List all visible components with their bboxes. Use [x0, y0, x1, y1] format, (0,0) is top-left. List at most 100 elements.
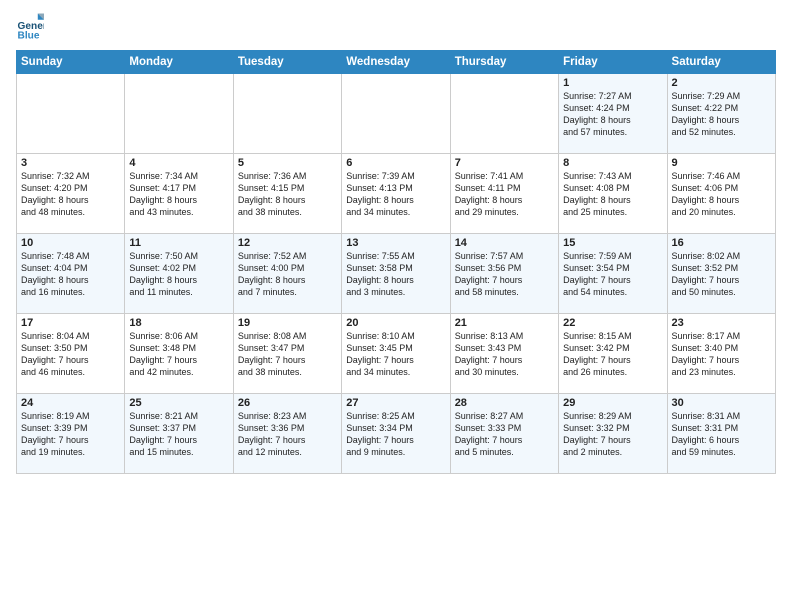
day-info: Sunrise: 7:39 AM Sunset: 4:13 PM Dayligh…: [346, 170, 445, 219]
day-number: 29: [563, 397, 662, 409]
calendar-cell: 14Sunrise: 7:57 AM Sunset: 3:56 PM Dayli…: [450, 234, 558, 314]
day-number: 20: [346, 317, 445, 329]
day-info: Sunrise: 8:31 AM Sunset: 3:31 PM Dayligh…: [672, 410, 771, 459]
week-row-2: 3Sunrise: 7:32 AM Sunset: 4:20 PM Daylig…: [17, 154, 776, 234]
day-number: 15: [563, 237, 662, 249]
calendar-cell: [342, 74, 450, 154]
calendar-cell: [233, 74, 341, 154]
day-info: Sunrise: 7:34 AM Sunset: 4:17 PM Dayligh…: [129, 170, 228, 219]
day-number: 28: [455, 397, 554, 409]
calendar-cell: 12Sunrise: 7:52 AM Sunset: 4:00 PM Dayli…: [233, 234, 341, 314]
day-info: Sunrise: 7:48 AM Sunset: 4:04 PM Dayligh…: [21, 250, 120, 299]
day-info: Sunrise: 7:55 AM Sunset: 3:58 PM Dayligh…: [346, 250, 445, 299]
day-number: 3: [21, 157, 120, 169]
calendar-cell: 30Sunrise: 8:31 AM Sunset: 3:31 PM Dayli…: [667, 394, 775, 474]
weekday-header-sunday: Sunday: [17, 51, 125, 74]
day-number: 8: [563, 157, 662, 169]
weekday-header-wednesday: Wednesday: [342, 51, 450, 74]
day-number: 17: [21, 317, 120, 329]
day-info: Sunrise: 7:36 AM Sunset: 4:15 PM Dayligh…: [238, 170, 337, 219]
week-row-5: 24Sunrise: 8:19 AM Sunset: 3:39 PM Dayli…: [17, 394, 776, 474]
calendar-cell: 2Sunrise: 7:29 AM Sunset: 4:22 PM Daylig…: [667, 74, 775, 154]
day-number: 5: [238, 157, 337, 169]
calendar-cell: 20Sunrise: 8:10 AM Sunset: 3:45 PM Dayli…: [342, 314, 450, 394]
day-number: 24: [21, 397, 120, 409]
weekday-header-monday: Monday: [125, 51, 233, 74]
weekday-header-thursday: Thursday: [450, 51, 558, 74]
calendar-table: SundayMondayTuesdayWednesdayThursdayFrid…: [16, 50, 776, 474]
calendar-cell: 3Sunrise: 7:32 AM Sunset: 4:20 PM Daylig…: [17, 154, 125, 234]
day-number: 19: [238, 317, 337, 329]
calendar-cell: 6Sunrise: 7:39 AM Sunset: 4:13 PM Daylig…: [342, 154, 450, 234]
calendar-cell: 7Sunrise: 7:41 AM Sunset: 4:11 PM Daylig…: [450, 154, 558, 234]
calendar-cell: 22Sunrise: 8:15 AM Sunset: 3:42 PM Dayli…: [559, 314, 667, 394]
header: General Blue: [16, 12, 776, 40]
day-number: 25: [129, 397, 228, 409]
day-number: 2: [672, 77, 771, 89]
day-info: Sunrise: 7:41 AM Sunset: 4:11 PM Dayligh…: [455, 170, 554, 219]
day-number: 16: [672, 237, 771, 249]
week-row-4: 17Sunrise: 8:04 AM Sunset: 3:50 PM Dayli…: [17, 314, 776, 394]
day-number: 9: [672, 157, 771, 169]
calendar-cell: [17, 74, 125, 154]
calendar-cell: 11Sunrise: 7:50 AM Sunset: 4:02 PM Dayli…: [125, 234, 233, 314]
day-info: Sunrise: 8:17 AM Sunset: 3:40 PM Dayligh…: [672, 330, 771, 379]
day-info: Sunrise: 8:10 AM Sunset: 3:45 PM Dayligh…: [346, 330, 445, 379]
day-number: 18: [129, 317, 228, 329]
page: General Blue SundayMondayTuesdayWednesda…: [0, 0, 792, 484]
weekday-header-tuesday: Tuesday: [233, 51, 341, 74]
day-info: Sunrise: 7:46 AM Sunset: 4:06 PM Dayligh…: [672, 170, 771, 219]
calendar-cell: 17Sunrise: 8:04 AM Sunset: 3:50 PM Dayli…: [17, 314, 125, 394]
calendar-cell: 10Sunrise: 7:48 AM Sunset: 4:04 PM Dayli…: [17, 234, 125, 314]
calendar-cell: 26Sunrise: 8:23 AM Sunset: 3:36 PM Dayli…: [233, 394, 341, 474]
day-info: Sunrise: 8:21 AM Sunset: 3:37 PM Dayligh…: [129, 410, 228, 459]
day-info: Sunrise: 7:27 AM Sunset: 4:24 PM Dayligh…: [563, 90, 662, 139]
day-number: 27: [346, 397, 445, 409]
calendar-cell: 9Sunrise: 7:46 AM Sunset: 4:06 PM Daylig…: [667, 154, 775, 234]
calendar-cell: [450, 74, 558, 154]
week-row-1: 1Sunrise: 7:27 AM Sunset: 4:24 PM Daylig…: [17, 74, 776, 154]
calendar-cell: 13Sunrise: 7:55 AM Sunset: 3:58 PM Dayli…: [342, 234, 450, 314]
day-info: Sunrise: 7:43 AM Sunset: 4:08 PM Dayligh…: [563, 170, 662, 219]
weekday-header-saturday: Saturday: [667, 51, 775, 74]
weekday-header-friday: Friday: [559, 51, 667, 74]
day-number: 7: [455, 157, 554, 169]
day-info: Sunrise: 7:59 AM Sunset: 3:54 PM Dayligh…: [563, 250, 662, 299]
calendar-cell: 29Sunrise: 8:29 AM Sunset: 3:32 PM Dayli…: [559, 394, 667, 474]
day-info: Sunrise: 8:06 AM Sunset: 3:48 PM Dayligh…: [129, 330, 228, 379]
logo-icon: General Blue: [16, 12, 44, 40]
svg-text:Blue: Blue: [18, 30, 40, 40]
day-info: Sunrise: 8:15 AM Sunset: 3:42 PM Dayligh…: [563, 330, 662, 379]
calendar-cell: 25Sunrise: 8:21 AM Sunset: 3:37 PM Dayli…: [125, 394, 233, 474]
day-number: 22: [563, 317, 662, 329]
calendar-cell: [125, 74, 233, 154]
day-number: 12: [238, 237, 337, 249]
day-info: Sunrise: 8:19 AM Sunset: 3:39 PM Dayligh…: [21, 410, 120, 459]
day-number: 10: [21, 237, 120, 249]
calendar-cell: 8Sunrise: 7:43 AM Sunset: 4:08 PM Daylig…: [559, 154, 667, 234]
calendar-cell: 4Sunrise: 7:34 AM Sunset: 4:17 PM Daylig…: [125, 154, 233, 234]
day-info: Sunrise: 7:50 AM Sunset: 4:02 PM Dayligh…: [129, 250, 228, 299]
day-number: 26: [238, 397, 337, 409]
day-info: Sunrise: 8:23 AM Sunset: 3:36 PM Dayligh…: [238, 410, 337, 459]
day-info: Sunrise: 8:04 AM Sunset: 3:50 PM Dayligh…: [21, 330, 120, 379]
day-info: Sunrise: 8:27 AM Sunset: 3:33 PM Dayligh…: [455, 410, 554, 459]
calendar-cell: 27Sunrise: 8:25 AM Sunset: 3:34 PM Dayli…: [342, 394, 450, 474]
calendar-cell: 15Sunrise: 7:59 AM Sunset: 3:54 PM Dayli…: [559, 234, 667, 314]
logo: General Blue: [16, 12, 48, 40]
day-info: Sunrise: 7:57 AM Sunset: 3:56 PM Dayligh…: [455, 250, 554, 299]
day-number: 23: [672, 317, 771, 329]
day-info: Sunrise: 7:52 AM Sunset: 4:00 PM Dayligh…: [238, 250, 337, 299]
day-number: 4: [129, 157, 228, 169]
calendar-cell: 5Sunrise: 7:36 AM Sunset: 4:15 PM Daylig…: [233, 154, 341, 234]
weekday-header-row: SundayMondayTuesdayWednesdayThursdayFrid…: [17, 51, 776, 74]
day-number: 6: [346, 157, 445, 169]
day-info: Sunrise: 7:29 AM Sunset: 4:22 PM Dayligh…: [672, 90, 771, 139]
calendar-cell: 28Sunrise: 8:27 AM Sunset: 3:33 PM Dayli…: [450, 394, 558, 474]
day-info: Sunrise: 8:29 AM Sunset: 3:32 PM Dayligh…: [563, 410, 662, 459]
calendar-cell: 24Sunrise: 8:19 AM Sunset: 3:39 PM Dayli…: [17, 394, 125, 474]
calendar-cell: 16Sunrise: 8:02 AM Sunset: 3:52 PM Dayli…: [667, 234, 775, 314]
day-number: 30: [672, 397, 771, 409]
calendar-cell: 23Sunrise: 8:17 AM Sunset: 3:40 PM Dayli…: [667, 314, 775, 394]
day-info: Sunrise: 7:32 AM Sunset: 4:20 PM Dayligh…: [21, 170, 120, 219]
